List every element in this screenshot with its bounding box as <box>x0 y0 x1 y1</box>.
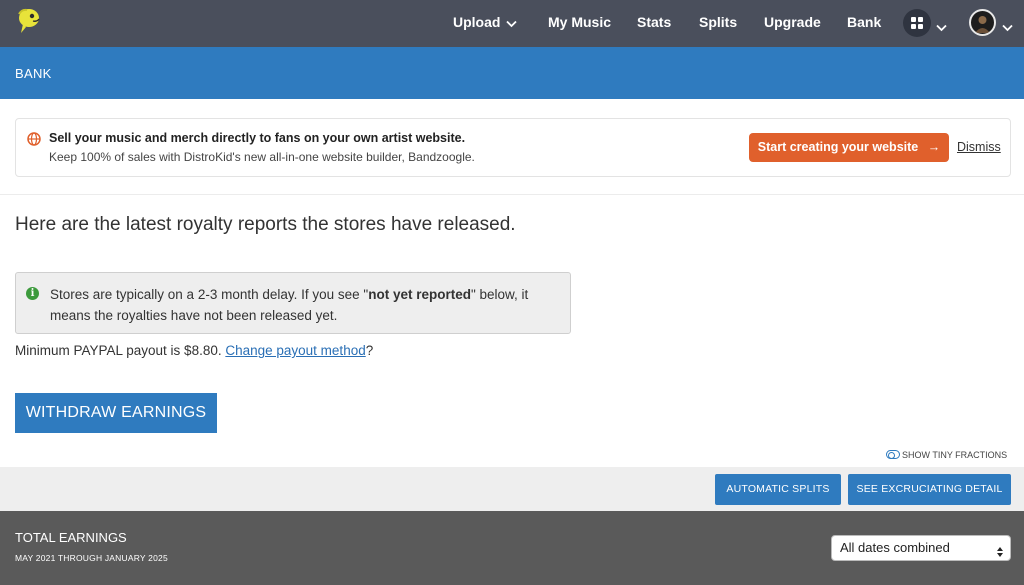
logo-icon[interactable] <box>14 6 44 36</box>
promo-headline: Sell your music and merch directly to fa… <box>49 131 466 145</box>
total-earnings-title: TOTAL EARNINGS <box>15 530 127 545</box>
select-arrows-icon <box>996 542 1004 557</box>
delay-notice: i Stores are typically on a 2-3 month de… <box>15 272 571 334</box>
date-filter-value: All dates combined <box>840 540 950 555</box>
start-website-label: Start creating your website <box>757 140 919 154</box>
divider <box>0 194 1024 195</box>
chevron-down-icon[interactable] <box>936 19 947 37</box>
promo-banner: Sell your music and merch directly to fa… <box>15 118 1011 177</box>
promo-subtext: Keep 100% of sales with DistroKid's new … <box>49 150 475 164</box>
arrow-right-icon: → <box>927 140 941 154</box>
total-earnings-section: TOTAL EARNINGS MAY 2021 THROUGH JANUARY … <box>0 511 1024 585</box>
notice-text-bold: not yet reported <box>368 287 471 302</box>
globe-icon <box>27 132 41 146</box>
nav-upload[interactable]: Upload <box>453 0 518 47</box>
page-header-band: BANK <box>0 47 1024 99</box>
nav-upgrade[interactable]: Upgrade <box>764 0 821 47</box>
nav-stats[interactable]: Stats <box>637 0 671 47</box>
nav-splits[interactable]: Splits <box>699 0 737 47</box>
date-filter-select[interactable]: All dates combined <box>831 535 1011 561</box>
withdraw-earnings-button[interactable]: WITHDRAW EARNINGS <box>15 393 217 433</box>
chevron-down-icon[interactable] <box>1002 19 1013 37</box>
earnings-date-range: MAY 2021 THROUGH JANUARY 2025 <box>15 553 168 563</box>
royalty-headline: Here are the latest royalty reports the … <box>15 214 516 235</box>
start-website-button[interactable]: Start creating your website → <box>749 133 949 162</box>
dismiss-link[interactable]: Dismiss <box>957 140 1001 154</box>
apps-grid-icon[interactable] <box>903 9 931 37</box>
tiny-fractions-label: SHOW TINY FRACTIONS <box>902 450 1008 460</box>
top-nav: Upload My Music Stats Splits Upgrade Ban… <box>0 0 1024 47</box>
notice-text-pre: Stores are typically on a 2-3 month dela… <box>50 287 369 302</box>
nav-upload-label: Upload <box>453 14 501 30</box>
change-payout-link[interactable]: Change payout method <box>225 343 365 358</box>
toggle-switch-icon[interactable] <box>886 450 900 459</box>
avatar[interactable] <box>969 9 996 36</box>
nav-bank[interactable]: Bank <box>847 0 881 47</box>
nav-my-music[interactable]: My Music <box>548 0 611 47</box>
info-icon: i <box>26 287 39 300</box>
actions-bar: AUTOMATIC SPLITS SEE EXCRUCIATING DETAIL <box>0 467 1024 511</box>
automatic-splits-button[interactable]: AUTOMATIC SPLITS <box>715 474 841 505</box>
page-title: BANK <box>15 66 52 81</box>
min-payout-suffix: ? <box>365 343 374 358</box>
excruciating-detail-button[interactable]: SEE EXCRUCIATING DETAIL <box>848 474 1011 505</box>
chevron-down-icon <box>506 1 518 46</box>
notice-text: Stores are typically on a 2-3 month dela… <box>50 284 560 326</box>
tiny-fractions-toggle[interactable]: SHOW TINY FRACTIONS <box>886 450 1007 460</box>
min-payout-label: Minimum PAYPAL payout is $8.80. <box>15 343 226 358</box>
min-payout-text: Minimum PAYPAL payout is $8.80. Change p… <box>15 343 373 358</box>
